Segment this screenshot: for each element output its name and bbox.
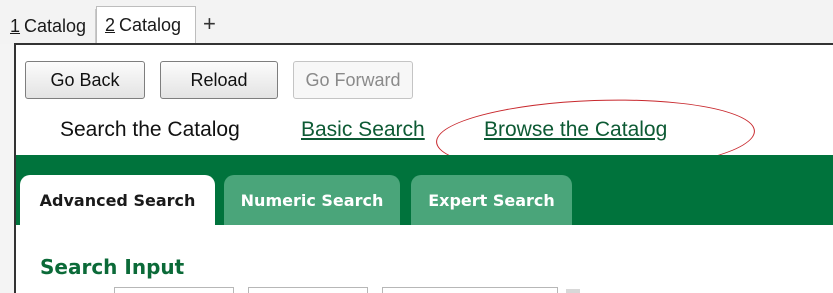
tab-label: Catalog <box>119 15 182 35</box>
go-forward-button[interactable]: Go Forward <box>293 61 413 99</box>
search-field-dropdown[interactable] <box>114 287 234 293</box>
browser-tab-2-active[interactable]: 2 Catalog <box>96 6 196 44</box>
search-term-input[interactable] <box>382 287 558 293</box>
tab-number: 1 <box>10 15 21 36</box>
new-tab-plus-icon[interactable]: + <box>203 11 216 37</box>
reload-button[interactable]: Reload <box>160 61 278 99</box>
tab-numeric-search[interactable]: Numeric Search <box>224 175 400 225</box>
tab-advanced-search[interactable]: Advanced Search <box>20 175 215 225</box>
browser-window: Go Back Reload Go Forward Search the Cat… <box>14 43 833 293</box>
search-content-panel: Search Input <box>16 225 833 293</box>
tab-number: 2 <box>105 15 116 35</box>
go-back-button[interactable]: Go Back <box>25 61 145 99</box>
search-catalog-heading: Search the Catalog <box>60 118 240 141</box>
basic-search-link[interactable]: Basic Search <box>301 118 425 142</box>
tab-label: Catalog <box>24 15 87 36</box>
tab-expert-search[interactable]: Expert Search <box>411 175 572 225</box>
browser-tab-1[interactable]: 1 Catalog <box>0 9 96 43</box>
section-title: Search Input <box>40 255 185 279</box>
browser-tab-strip: 1 Catalog 2 Catalog + <box>0 0 833 44</box>
search-field-operator[interactable] <box>248 287 368 293</box>
field-scroll-control[interactable] <box>566 289 580 293</box>
